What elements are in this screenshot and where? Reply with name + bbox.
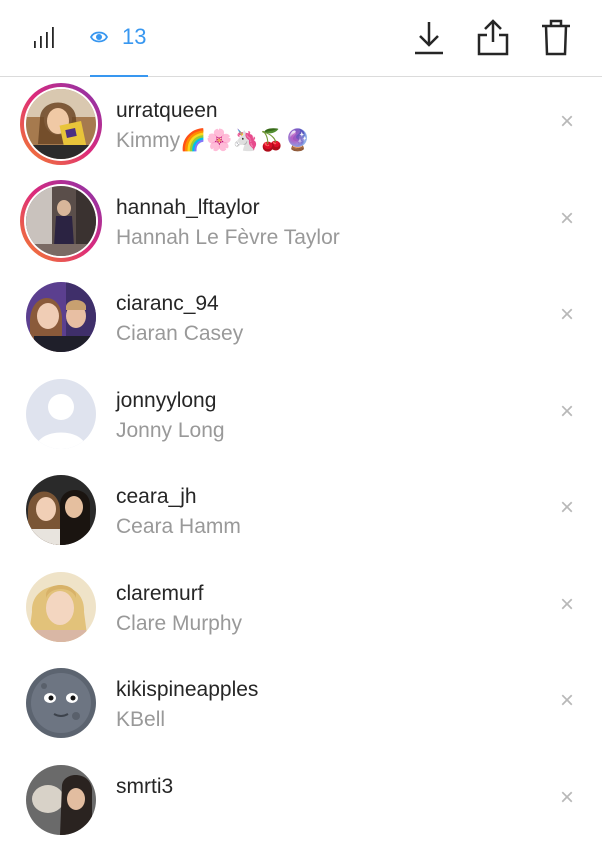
dismiss-icon[interactable]: × [554, 302, 580, 328]
viewer-username[interactable]: ciaranc_94 [116, 292, 219, 316]
viewer-username[interactable]: claremurf [116, 582, 204, 606]
viewer-username[interactable]: urratqueen [116, 99, 218, 123]
dismiss-icon[interactable]: × [554, 109, 580, 135]
viewer-username[interactable]: ceara_jh [116, 485, 197, 509]
viewer-full-name: KBell [116, 708, 165, 732]
viewer-full-name: Hannah Le Fèvre Taylor [116, 226, 340, 250]
viewer-row[interactable]: smrti3 × [0, 753, 602, 849]
story-viewers-header: 13 [0, 0, 602, 77]
dismiss-icon[interactable]: × [554, 206, 580, 232]
bar-chart-icon[interactable] [32, 24, 58, 50]
avatar [26, 89, 96, 159]
avatar [26, 668, 96, 738]
viewer-row[interactable]: urratqueen Kimmy🌈🌸🦄🍒🔮 × [0, 77, 602, 174]
viewer-row[interactable]: hannah_lftaylor Hannah Le Fèvre Taylor × [0, 174, 602, 271]
story-ring[interactable] [20, 180, 102, 262]
viewer-row[interactable]: ciaranc_94 Ciaran Casey × [0, 270, 602, 367]
viewer-count: 13 [122, 24, 146, 50]
dismiss-icon[interactable]: × [554, 785, 580, 811]
avatar [26, 765, 96, 835]
viewer-row[interactable]: kikispineapples KBell × [0, 656, 602, 753]
dismiss-icon[interactable]: × [554, 688, 580, 714]
viewer-username[interactable]: smrti3 [116, 775, 173, 799]
viewer-username[interactable]: kikispineapples [116, 678, 258, 702]
download-icon[interactable] [411, 18, 447, 58]
viewer-row[interactable]: ceara_jh Ceara Hamm × [0, 463, 602, 560]
avatar-placeholder [26, 379, 96, 449]
viewer-full-name: Ceara Hamm [116, 515, 241, 539]
avatar [26, 572, 96, 642]
eye-icon [90, 30, 108, 44]
dismiss-icon[interactable]: × [554, 592, 580, 618]
dismiss-icon[interactable]: × [554, 495, 580, 521]
dismiss-icon[interactable]: × [554, 399, 580, 425]
viewers-tab[interactable]: 13 [90, 0, 148, 76]
trash-icon[interactable] [538, 18, 574, 58]
story-ring[interactable] [20, 83, 102, 165]
viewer-full-name: Jonny Long [116, 419, 225, 443]
avatar [26, 282, 96, 352]
viewer-row[interactable]: jonnyylong Jonny Long × [0, 367, 602, 464]
viewer-full-name: Clare Murphy [116, 612, 242, 636]
viewers-list: urratqueen Kimmy🌈🌸🦄🍒🔮 × hannah_lftaylor … [0, 77, 602, 849]
avatar [26, 475, 96, 545]
viewer-username[interactable]: jonnyylong [116, 389, 216, 413]
avatar [26, 186, 96, 256]
viewer-full-name: Ciaran Casey [116, 322, 243, 346]
viewer-full-name: Kimmy🌈🌸🦄🍒🔮 [116, 129, 311, 153]
share-icon[interactable] [475, 18, 511, 58]
viewer-row[interactable]: claremurf Clare Murphy × [0, 560, 602, 657]
viewer-username[interactable]: hannah_lftaylor [116, 196, 260, 220]
